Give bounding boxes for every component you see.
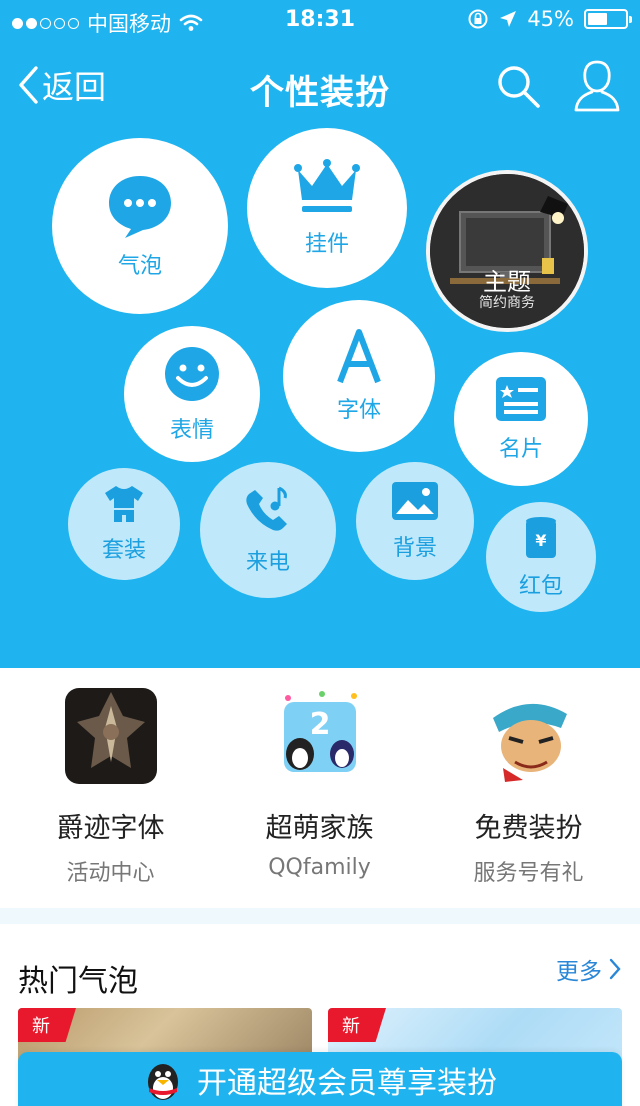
category-label: 气泡 — [117, 254, 162, 279]
promo-title: 爵迹字体 — [56, 813, 165, 844]
vip-label: 开通超级会员尊享装扮 — [197, 1066, 497, 1101]
smiley-icon — [165, 347, 219, 401]
section-divider — [0, 908, 640, 924]
svg-text:2: 2 — [309, 707, 330, 742]
category-label: 来电 — [245, 550, 290, 575]
battery-icon — [584, 9, 632, 29]
svg-text:¥: ¥ — [535, 531, 546, 550]
category-bubble-bubble[interactable]: 气泡 — [52, 138, 228, 314]
promo-item-free[interactable]: 免费装扮 服务号有礼 — [422, 688, 635, 887]
chat-bubble-icon — [109, 176, 171, 238]
category-card[interactable]: 名片 — [454, 352, 588, 486]
hero-panel: 中国移动 18:31 45% 返回 个性装扮 气泡 挂件 主题 简约商务 表情 … — [0, 0, 640, 668]
theme-card[interactable]: 主题 简约商务 — [426, 170, 588, 332]
theme-subtitle: 简约商务 — [479, 295, 535, 311]
promo-title: 超萌家族 — [265, 813, 374, 844]
search-button[interactable] — [494, 62, 542, 114]
promo-image-jueji — [64, 688, 157, 784]
promo-section: 爵迹字体 活动中心 2 超萌家族 QQfamily 免费装扮 服务号有礼 — [0, 668, 640, 908]
promo-title: 免费装扮 — [474, 813, 583, 844]
navigation-bar: 返回 个性装扮 — [0, 50, 640, 120]
section-title: 热门气泡 — [18, 964, 138, 999]
battery-percent: 45% — [527, 7, 574, 31]
category-label: 红包 — [518, 574, 563, 599]
category-font[interactable]: 字体 — [283, 300, 435, 452]
phone-music-icon — [246, 486, 287, 531]
category-label: 套装 — [101, 538, 146, 563]
category-pendant[interactable]: 挂件 — [247, 128, 407, 288]
font-a-icon — [337, 329, 381, 384]
category-background[interactable]: 背景 — [356, 462, 474, 580]
status-right: 45% — [467, 7, 632, 31]
promo-image-qqfamily: 2 — [273, 688, 366, 784]
category-ringtone[interactable]: 来电 — [200, 462, 336, 598]
more-link[interactable]: 更多 — [556, 952, 622, 986]
crown-icon — [294, 159, 360, 212]
category-outfit[interactable]: 套装 — [68, 468, 180, 580]
profile-button[interactable] — [572, 58, 622, 116]
status-bar: 中国移动 18:31 45% — [0, 0, 640, 42]
category-label: 挂件 — [304, 232, 349, 257]
promo-subtitle: QQfamily — [268, 855, 371, 880]
search-icon — [498, 66, 540, 108]
qq-penguin-icon — [148, 1064, 178, 1100]
promo-subtitle: 活动中心 — [66, 861, 155, 886]
category-red-packet[interactable]: ¥ 红包 — [486, 502, 596, 612]
new-badge: 新 — [328, 1008, 386, 1042]
new-badge: 新 — [18, 1008, 76, 1042]
category-label: 名片 — [498, 437, 543, 462]
red-packet-icon: ¥ — [526, 517, 556, 558]
vip-subscribe-button[interactable]: 开通超级会员尊享装扮 — [18, 1052, 622, 1106]
category-emoji[interactable]: 表情 — [124, 326, 260, 462]
promo-item-font[interactable]: 爵迹字体 活动中心 — [4, 688, 217, 887]
category-label: 表情 — [169, 418, 214, 443]
more-label: 更多 — [556, 959, 602, 985]
tshirt-icon — [105, 486, 143, 522]
chevron-right-icon — [609, 958, 621, 980]
promo-item-family[interactable]: 2 超萌家族 QQfamily — [213, 688, 426, 880]
promo-image-free — [482, 688, 575, 784]
location-arrow-icon — [500, 11, 517, 27]
person-icon — [574, 60, 620, 112]
picture-icon — [392, 482, 438, 520]
promo-subtitle: 服务号有礼 — [473, 861, 584, 886]
business-card-icon — [496, 377, 546, 421]
page-title: 个性装扮 — [250, 73, 390, 113]
category-label: 背景 — [392, 536, 437, 561]
rotation-lock-icon — [468, 9, 488, 29]
category-label: 字体 — [336, 398, 381, 423]
